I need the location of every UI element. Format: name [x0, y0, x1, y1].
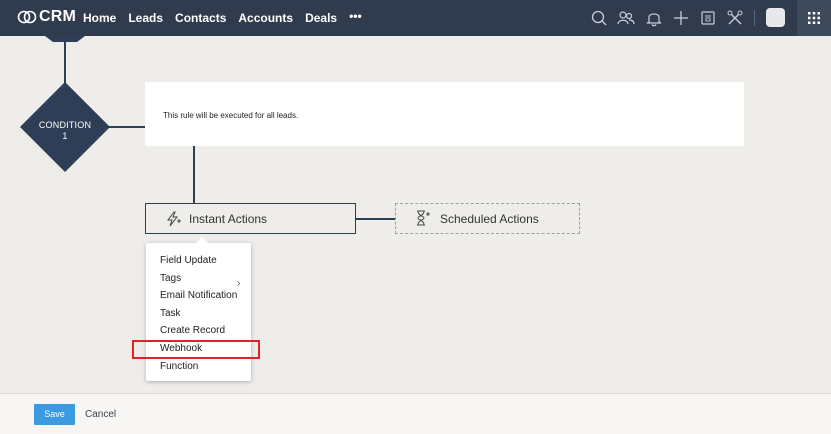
- main-nav: Home Leads Contacts Accounts Deals •••: [83, 10, 362, 25]
- nav-leads[interactable]: Leads: [128, 11, 163, 25]
- contacts-icon[interactable]: [617, 9, 635, 27]
- instant-actions-label: Instant Actions: [189, 212, 268, 226]
- nav-deals[interactable]: Deals: [305, 11, 337, 25]
- footer-bar: Save Cancel: [0, 393, 831, 434]
- rule-text: This rule will be executed for all leads…: [163, 111, 299, 120]
- toolbar-separator: [754, 10, 755, 26]
- chevron-right-icon: ›: [237, 278, 241, 289]
- logo-text: CRM: [39, 8, 77, 25]
- avatar[interactable]: [766, 8, 785, 27]
- condition-node-label: CONDITION 1: [20, 120, 110, 142]
- calendar-icon[interactable]: [699, 9, 717, 27]
- menu-item-field-update[interactable]: Field Update: [160, 255, 217, 267]
- instant-actions-button[interactable]: Instant Actions: [145, 203, 356, 234]
- nav-home[interactable]: Home: [83, 11, 116, 25]
- search-icon[interactable]: [590, 9, 608, 27]
- cancel-button[interactable]: Cancel: [85, 409, 116, 420]
- menu-item-function[interactable]: Function: [160, 361, 198, 373]
- menu-caret: [196, 237, 208, 243]
- menu-item-task[interactable]: Task: [160, 308, 181, 320]
- connector-line: [108, 126, 145, 128]
- crm-logo-icon: [17, 10, 37, 24]
- rule-description-box: This rule will be executed for all leads…: [145, 82, 744, 146]
- scheduled-actions-button[interactable]: Scheduled Actions: [395, 203, 580, 234]
- connector-line: [356, 218, 395, 220]
- tools-icon[interactable]: [726, 9, 744, 27]
- plus-icon[interactable]: [672, 9, 690, 27]
- menu-item-create-record[interactable]: Create Record: [160, 325, 225, 337]
- apps-grid-icon: [808, 12, 820, 24]
- connector-line: [64, 40, 66, 85]
- top-nav-bar: CRM Home Leads Contacts Accounts Deals •…: [0, 0, 831, 36]
- menu-item-email-notification[interactable]: Email Notification: [160, 290, 237, 302]
- condition-number: 1: [62, 131, 68, 141]
- connector-line: [193, 146, 195, 203]
- webhook-highlight-box: [132, 340, 260, 359]
- hourglass-icon: [417, 210, 430, 226]
- nav-more-icon[interactable]: •••: [349, 10, 362, 25]
- bell-icon[interactable]: [645, 9, 663, 27]
- scheduled-actions-label: Scheduled Actions: [440, 212, 539, 226]
- nav-accounts[interactable]: Accounts: [238, 11, 293, 25]
- instant-actions-menu: Field Update Tags › Email Notification T…: [146, 243, 251, 381]
- crm-logo[interactable]: CRM: [17, 8, 76, 26]
- condition-label: CONDITION: [38, 120, 92, 130]
- lightning-icon: [167, 211, 181, 227]
- menu-item-tags[interactable]: Tags: [160, 273, 181, 285]
- save-button[interactable]: Save: [34, 404, 75, 425]
- nav-contacts[interactable]: Contacts: [175, 11, 226, 25]
- apps-grid-button[interactable]: [797, 0, 831, 36]
